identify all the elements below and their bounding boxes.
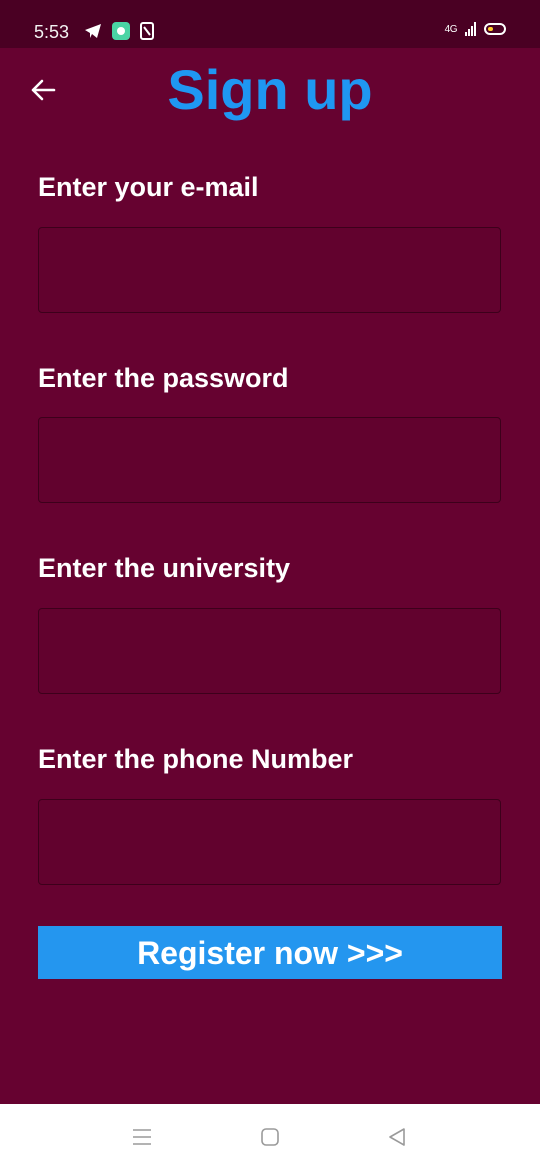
telegram-icon [84,23,102,44]
page-title: Sign up [167,58,373,121]
status-bar: 5:53 4G [0,0,540,48]
register-button[interactable]: Register now >>> [38,926,502,979]
password-field[interactable] [38,417,501,503]
chat-bubble-icon [112,22,130,45]
back-icon[interactable] [386,1126,408,1148]
email-field[interactable] [38,227,501,313]
university-label: Enter the university [38,553,291,583]
network-type: 4G [444,23,458,35]
phone-field[interactable] [38,799,501,885]
email-label: Enter your e-mail [38,172,259,202]
system-nav-bar [0,1104,540,1170]
home-icon[interactable] [259,1126,281,1148]
university-field[interactable] [38,608,501,694]
status-time: 5:53 [34,22,70,42]
signal-icon [465,22,476,36]
status-icons-right: 4G [445,22,506,36]
document-icon [140,22,154,45]
battery-icon [484,23,506,35]
menu-icon[interactable] [131,1126,153,1148]
status-icons-left [84,22,154,45]
password-label: Enter the password [38,363,289,393]
phone-label: Enter the phone Number [38,744,354,774]
